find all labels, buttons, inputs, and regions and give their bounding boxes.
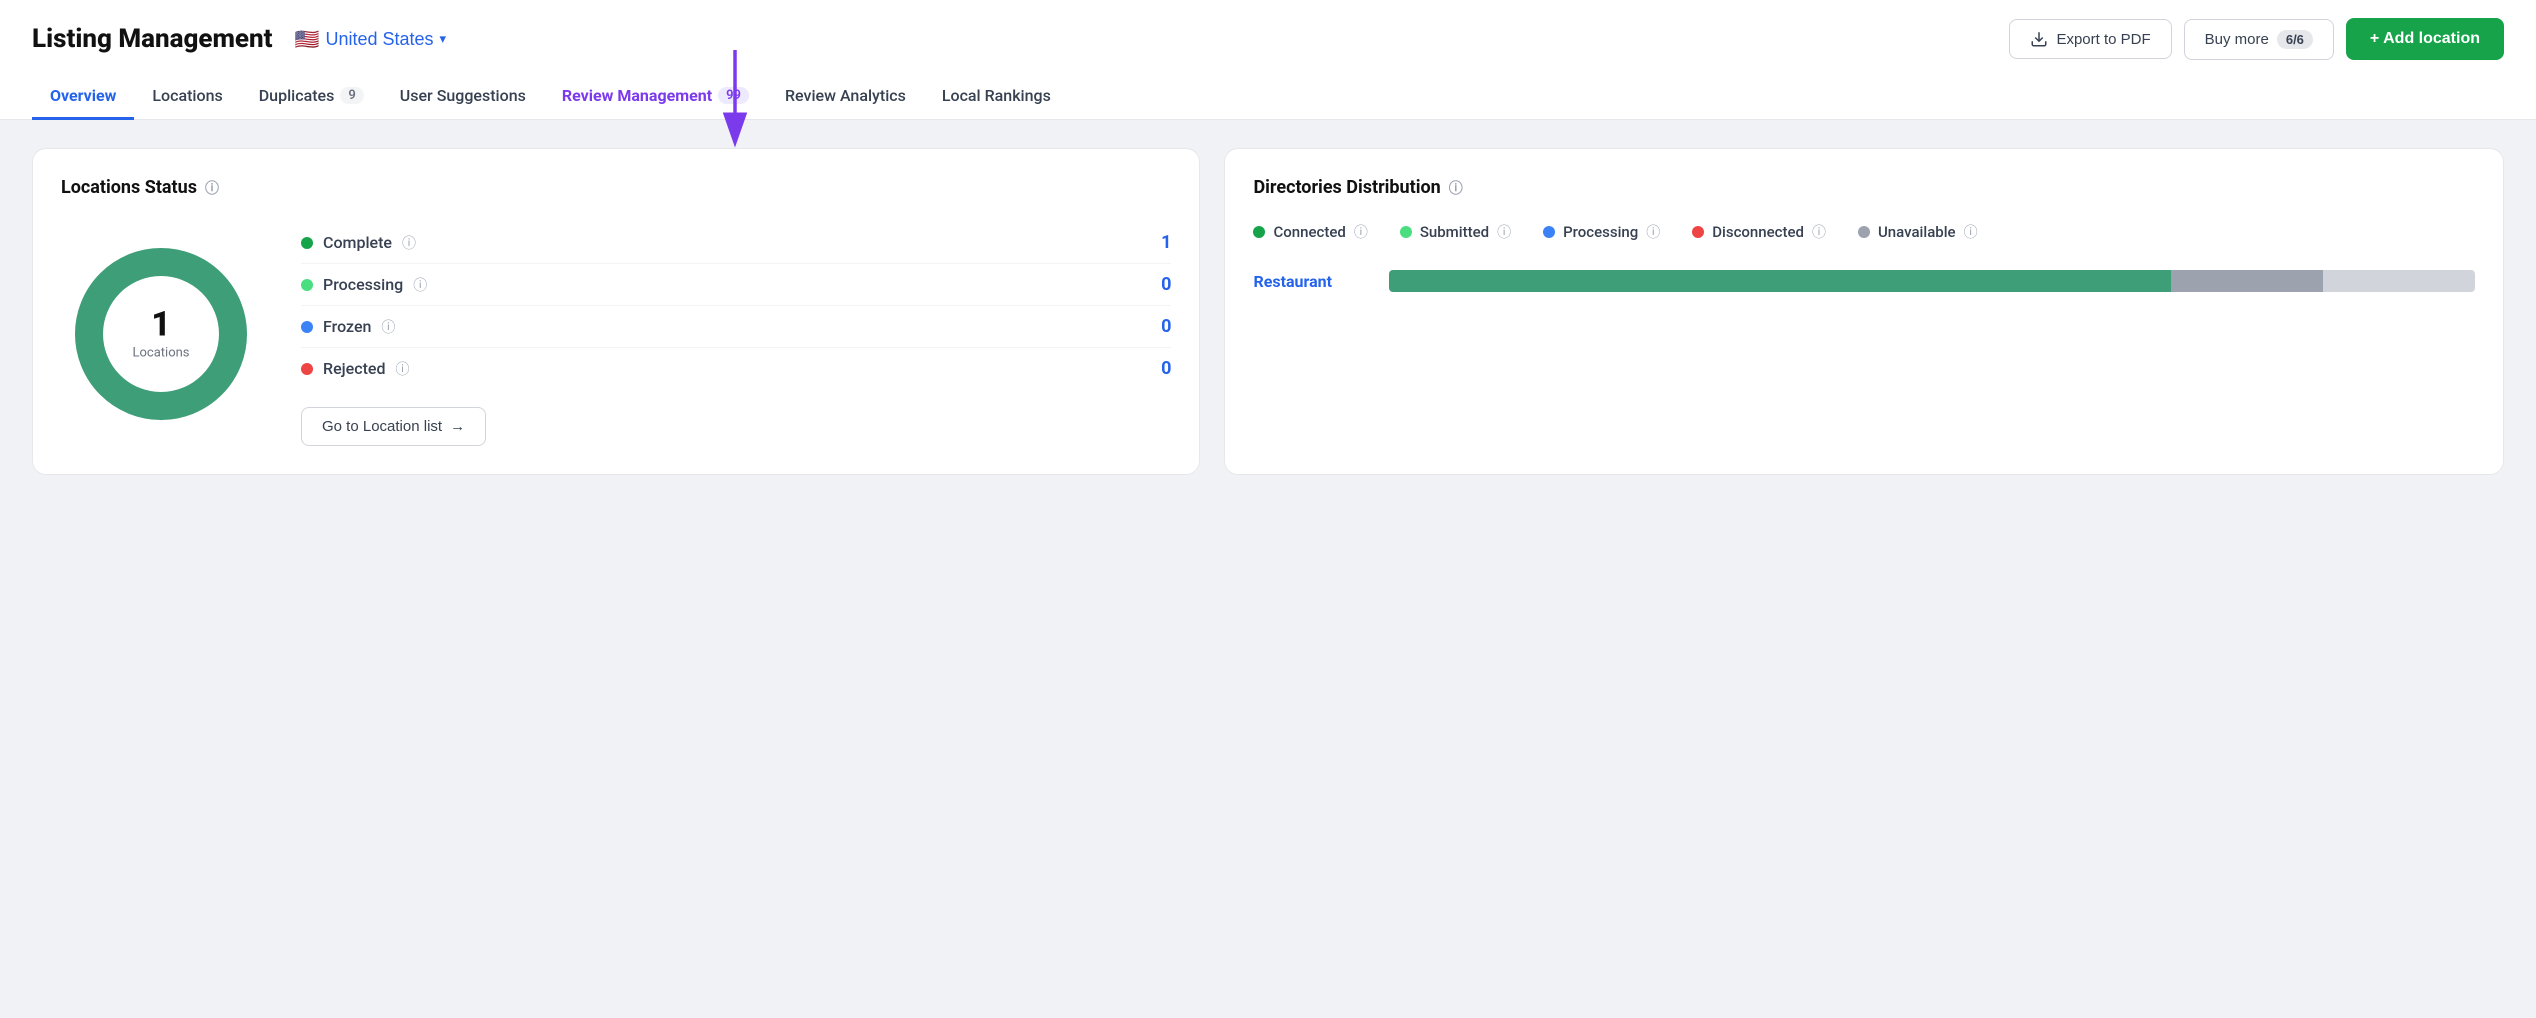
donut-center: 1 Locations [132,308,189,361]
status-rejected: Rejected ⓘ 0 [301,348,1171,389]
rejected-label: Rejected [323,359,386,378]
frozen-dot [301,321,313,333]
directory-restaurant-row: Restaurant [1253,270,2475,292]
tab-duplicates[interactable]: Duplicates 9 [241,74,382,120]
legend-submitted: Submitted ⓘ [1400,222,1511,242]
restaurant-bar-submitted [2171,270,2323,292]
status-processing: Processing ⓘ 0 [301,264,1171,306]
complete-dot [301,237,313,249]
submitted-info-icon[interactable]: ⓘ [1497,222,1511,242]
donut-chart: 1 Locations [61,234,261,434]
goto-arrow-icon: → [450,418,465,435]
goto-label: Go to Location list [322,418,442,435]
buy-more-label: Buy more [2205,31,2269,48]
status-complete: Complete ⓘ 1 [301,222,1171,264]
review-mgmt-badge: 99 [718,87,749,104]
directories-distribution-title: Directories Distribution ⓘ [1253,177,2475,198]
connected-info-icon[interactable]: ⓘ [1354,222,1368,242]
export-icon [2030,30,2048,48]
locations-status-content: 1 Locations Complete ⓘ 1 Pr [61,222,1171,446]
tab-locations[interactable]: Locations [134,74,240,120]
main-content: Locations Status ⓘ 1 Locations [0,120,2536,503]
status-frozen: Frozen ⓘ 0 [301,306,1171,348]
legend-processing: Processing ⓘ [1543,222,1660,242]
tab-local-rankings[interactable]: Local Rankings [924,74,1069,120]
legend-disconnected: Disconnected ⓘ [1692,222,1826,242]
country-selector[interactable]: 🇺🇸 United States ▾ [287,23,455,56]
tab-overview[interactable]: Overview [32,74,134,120]
processing-dot [301,279,313,291]
dir-processing-dot [1543,226,1555,238]
donut-number: 1 [132,308,189,342]
unavailable-dot [1858,226,1870,238]
frozen-info-icon[interactable]: ⓘ [381,317,395,337]
directory-rows: Restaurant [1253,270,2475,292]
nav-tabs: Overview Locations Duplicates 9 User Sug… [32,74,2504,119]
restaurant-bar-other [2323,270,2475,292]
directories-info-icon[interactable]: ⓘ [1449,178,1463,198]
submitted-label: Submitted [1420,223,1489,241]
buy-more-badge: 6/6 [2277,30,2313,49]
status-list: Complete ⓘ 1 Processing ⓘ 0 [301,222,1171,446]
add-location-label: + Add location [2370,30,2480,48]
tab-review-analytics[interactable]: Review Analytics [767,74,924,120]
export-pdf-button[interactable]: Export to PDF [2009,19,2171,59]
rejected-count: 0 [1161,358,1171,379]
disconnected-label: Disconnected [1712,223,1804,241]
frozen-label: Frozen [323,317,371,336]
directories-legend: Connected ⓘ Submitted ⓘ Processing ⓘ Dis… [1253,222,2475,242]
tab-review-management[interactable]: Review Management 99 [544,74,767,120]
restaurant-bar [1389,270,2475,292]
buy-more-button[interactable]: Buy more 6/6 [2184,19,2334,60]
dir-processing-label: Processing [1563,223,1638,241]
tab-user-suggestions[interactable]: User Suggestions [382,74,544,120]
unavailable-info-icon[interactable]: ⓘ [1964,222,1978,242]
duplicates-badge: 9 [340,87,363,104]
locations-status-title: Locations Status ⓘ [61,177,1171,198]
header-actions: Export to PDF Buy more 6/6 + Add locatio… [2009,18,2504,60]
rejected-info-icon[interactable]: ⓘ [396,359,410,379]
submitted-dot [1400,226,1412,238]
donut-label: Locations [132,346,189,361]
connected-dot [1253,226,1265,238]
app-title: Listing Management [32,24,273,54]
connected-label: Connected [1273,223,1345,241]
complete-info-icon[interactable]: ⓘ [402,233,416,253]
processing-count: 0 [1161,274,1171,295]
disconnected-dot [1692,226,1704,238]
complete-label: Complete [323,233,392,252]
legend-connected: Connected ⓘ [1253,222,1367,242]
frozen-count: 0 [1161,316,1171,337]
restaurant-name: Restaurant [1253,272,1373,291]
legend-unavailable: Unavailable ⓘ [1858,222,1978,242]
rejected-dot [301,363,313,375]
country-name: United States [325,29,433,50]
disconnected-info-icon[interactable]: ⓘ [1812,222,1826,242]
locations-status-card: Locations Status ⓘ 1 Locations [32,148,1200,475]
export-label: Export to PDF [2056,31,2150,48]
unavailable-label: Unavailable [1878,223,1956,241]
processing-info-icon[interactable]: ⓘ [413,275,427,295]
chevron-down-icon: ▾ [440,31,447,47]
directories-distribution-card: Directories Distribution ⓘ Connected ⓘ S… [1224,148,2504,475]
add-location-button[interactable]: + Add location [2346,18,2504,60]
dir-processing-info-icon[interactable]: ⓘ [1646,222,1660,242]
goto-location-list-button[interactable]: Go to Location list → [301,407,486,446]
flag-icon: 🇺🇸 [295,27,320,52]
processing-label: Processing [323,275,403,294]
locations-status-info-icon[interactable]: ⓘ [205,178,219,198]
complete-count: 1 [1161,232,1171,253]
restaurant-bar-connected [1389,270,2171,292]
